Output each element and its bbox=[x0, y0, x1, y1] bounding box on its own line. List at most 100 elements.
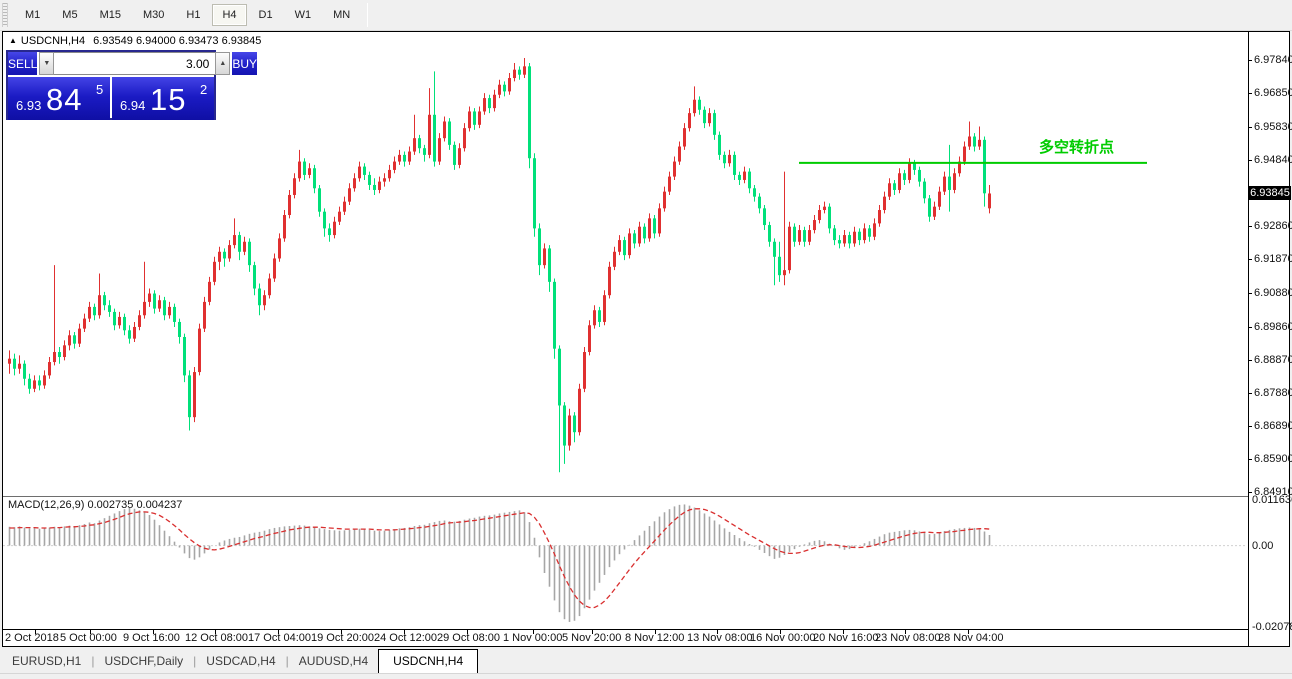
timeframe-button-w1[interactable]: W1 bbox=[285, 4, 322, 26]
buy-price-big: 15 bbox=[150, 82, 186, 118]
candle-body bbox=[33, 380, 36, 388]
candle-body bbox=[108, 305, 111, 312]
time-axis-label: 23 Nov 08:00 bbox=[875, 632, 940, 644]
candle-body bbox=[178, 322, 181, 337]
candle-body bbox=[928, 198, 931, 216]
candle-body bbox=[538, 228, 541, 265]
candle-body bbox=[353, 178, 356, 188]
candle-body bbox=[468, 111, 471, 128]
toolbar-grip-handle[interactable] bbox=[2, 3, 8, 27]
chart-tab-usdcad-h4[interactable]: USDCAD,H4 bbox=[196, 650, 285, 673]
candle-body bbox=[658, 208, 661, 233]
timeframe-button-m5[interactable]: M5 bbox=[52, 4, 87, 26]
candle-body bbox=[423, 148, 426, 155]
candle-body bbox=[858, 232, 861, 240]
candle-body bbox=[778, 257, 781, 275]
candle-body bbox=[883, 197, 886, 210]
candle-body bbox=[703, 110, 706, 123]
time-axis-tick bbox=[404, 629, 405, 634]
candle-body bbox=[433, 115, 436, 162]
candle-body bbox=[608, 267, 611, 295]
candle-body bbox=[743, 172, 746, 180]
candle-body bbox=[978, 140, 981, 147]
candle-body bbox=[768, 225, 771, 242]
candle-body bbox=[763, 208, 766, 225]
price-axis-line bbox=[1248, 32, 1249, 646]
candle-body bbox=[238, 235, 241, 252]
candle-body bbox=[198, 329, 201, 372]
candle-body bbox=[438, 138, 441, 161]
candle-body bbox=[448, 121, 451, 144]
timeframe-button-mn[interactable]: MN bbox=[323, 4, 360, 26]
time-axis-tick bbox=[153, 629, 154, 634]
candle-body bbox=[373, 185, 376, 190]
mt4-app: M1M5M15M30H1H4D1W1MN ▲USDCNH,H46.93549 6… bbox=[0, 0, 1292, 679]
candle-body bbox=[918, 170, 921, 182]
candle-body bbox=[973, 137, 976, 147]
candle-body bbox=[393, 162, 396, 170]
candle-body bbox=[363, 167, 366, 175]
time-axis-tick bbox=[35, 629, 36, 634]
timeframe-button-h1[interactable]: H1 bbox=[176, 4, 210, 26]
candle-body bbox=[558, 349, 561, 406]
candle-body bbox=[513, 70, 516, 78]
timeframe-button-d1[interactable]: D1 bbox=[249, 4, 283, 26]
candle-body bbox=[833, 228, 836, 240]
collapse-triangle-icon[interactable]: ▲ bbox=[9, 36, 17, 45]
macd-axis-label: -0.020788 bbox=[1252, 621, 1292, 633]
volume-input[interactable] bbox=[54, 52, 215, 75]
timeframe-button-m30[interactable]: M30 bbox=[133, 4, 174, 26]
time-axis-label: 19 Oct 20:00 bbox=[311, 632, 374, 644]
candle-body bbox=[503, 85, 506, 92]
price-axis-label: 6.87880 bbox=[1254, 387, 1292, 399]
candle-body bbox=[193, 372, 196, 417]
candle-body bbox=[308, 168, 311, 175]
candle-body bbox=[408, 152, 411, 162]
time-axis-tick bbox=[592, 629, 593, 634]
candle-body bbox=[758, 197, 761, 209]
sell-button[interactable]: SELL bbox=[8, 52, 37, 75]
candle-body bbox=[303, 162, 306, 175]
candle-body bbox=[838, 240, 841, 243]
chart-tab-usdcnh-h4[interactable]: USDCNH,H4 bbox=[378, 649, 478, 674]
time-axis-label: 5 Oct 00:00 bbox=[60, 632, 117, 644]
chart-tab-usdchf-daily[interactable]: USDCHF,Daily bbox=[94, 650, 193, 673]
price-axis-label: 6.85900 bbox=[1254, 453, 1292, 465]
candle-body bbox=[388, 170, 391, 178]
chart-tab-eurusd-h1[interactable]: EURUSD,H1 bbox=[2, 650, 91, 673]
price-axis-tick bbox=[1248, 60, 1252, 61]
candle-body bbox=[168, 307, 171, 315]
timeframe-button-m15[interactable]: M15 bbox=[90, 4, 131, 26]
candle-body bbox=[563, 405, 566, 445]
candle-body bbox=[48, 362, 51, 375]
candle-body bbox=[738, 175, 741, 180]
candle-body bbox=[853, 232, 856, 244]
candle-body bbox=[593, 310, 596, 325]
ohlc-low: 6.93473 bbox=[179, 35, 219, 47]
chart-tab-audusd-h4[interactable]: AUDUSD,H4 bbox=[289, 650, 378, 673]
price-axis-tick bbox=[1248, 459, 1252, 460]
time-axis-label: 12 Oct 08:00 bbox=[185, 632, 248, 644]
candle-body bbox=[908, 163, 911, 180]
sell-price-panel[interactable]: 6.93 84 5 bbox=[8, 77, 110, 120]
candle-body bbox=[103, 295, 106, 305]
timeframe-button-h4[interactable]: H4 bbox=[212, 4, 246, 26]
volume-increase-button[interactable]: ▲ bbox=[215, 52, 230, 75]
buy-price-panel[interactable]: 6.94 15 2 bbox=[112, 77, 214, 120]
macd-indicator-chart[interactable] bbox=[3, 497, 1248, 629]
time-axis-tick bbox=[90, 629, 91, 634]
price-axis-tick bbox=[1248, 226, 1252, 227]
price-axis-tick bbox=[1248, 259, 1252, 260]
ohlc-close: 6.93845 bbox=[222, 35, 262, 47]
candle-body bbox=[828, 207, 831, 229]
candle-body bbox=[243, 242, 246, 252]
candle-body bbox=[88, 307, 91, 319]
volume-decrease-button[interactable]: ▼ bbox=[39, 52, 54, 75]
buy-button[interactable]: BUY bbox=[232, 52, 257, 75]
price-axis-tick bbox=[1248, 327, 1252, 328]
candle-body bbox=[938, 192, 941, 207]
candle-body bbox=[663, 192, 666, 209]
timeframe-button-m1[interactable]: M1 bbox=[15, 4, 50, 26]
candle-body bbox=[38, 380, 41, 385]
macd-indicator-label: MACD(12,26,9) bbox=[8, 499, 84, 511]
